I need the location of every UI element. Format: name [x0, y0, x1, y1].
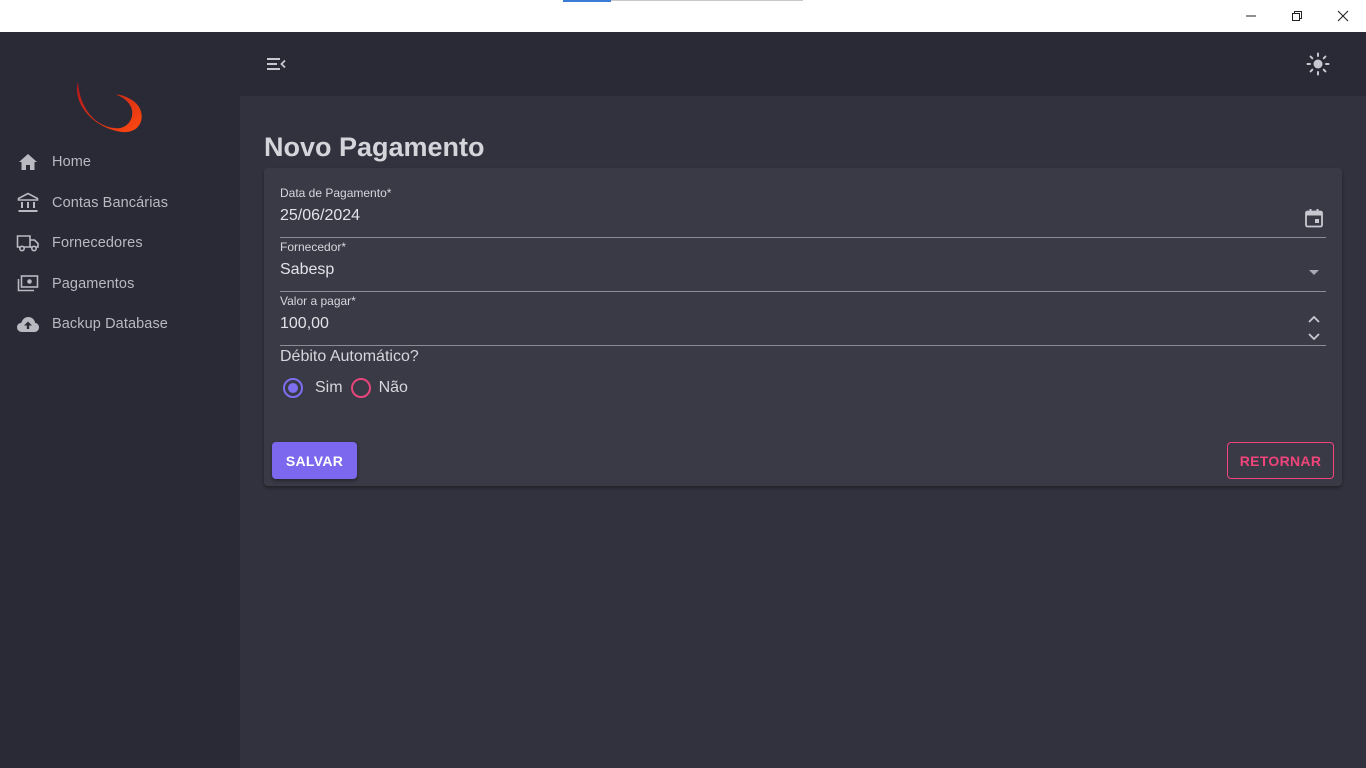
app-logo: [70, 76, 150, 136]
close-icon: [1337, 10, 1349, 22]
sun-icon[interactable]: [1306, 52, 1330, 76]
page-title: Novo Pagamento: [264, 132, 485, 162]
top-app-bar: [240, 32, 1366, 96]
sidebar-item-label: Contas Bancárias: [52, 194, 169, 211]
radio-sim-label: Sim: [315, 379, 343, 396]
sidebar: Home Contas Bancárias Fornecedores Pagam…: [0, 32, 240, 768]
minimize-button[interactable]: [1228, 0, 1274, 32]
restore-icon: [1291, 10, 1303, 22]
minimize-icon: [1245, 10, 1257, 22]
sidebar-item-label: Backup Database: [52, 316, 168, 333]
title-tab-divider: [611, 0, 803, 1]
truck-icon: [16, 231, 40, 255]
sidebar-item-contas-bancarias[interactable]: Contas Bancárias: [0, 183, 240, 224]
sidebar-item-label: Home: [52, 154, 92, 171]
menu-open-icon[interactable]: [264, 52, 288, 76]
payment-date-field[interactable]: Data de Pagamento*: [280, 186, 1326, 238]
payment-form-card: Data de Pagamento* Fornecedor* Sabesp Va…: [264, 168, 1342, 486]
close-button[interactable]: [1320, 0, 1366, 32]
amount-input[interactable]: [280, 315, 1260, 333]
supplier-select[interactable]: Sabesp: [280, 261, 1260, 279]
main-content: Novo Pagamento Data de Pagamento* Fornec…: [240, 96, 1366, 768]
sidebar-nav: Home Contas Bancárias Fornecedores Pagam…: [0, 142, 240, 345]
sidebar-item-fornecedores[interactable]: Fornecedores: [0, 223, 240, 264]
payment-date-input[interactable]: [280, 207, 1260, 225]
amount-label: Valor a pagar*: [280, 294, 356, 308]
sidebar-item-backup-database[interactable]: Backup Database: [0, 304, 240, 345]
title-tab-indicator: [563, 0, 611, 2]
radio-sim[interactable]: Sim: [280, 378, 343, 398]
bank-icon: [16, 191, 40, 215]
save-button[interactable]: SALVAR: [272, 442, 357, 479]
return-button[interactable]: RETORNAR: [1227, 442, 1334, 479]
restore-button[interactable]: [1274, 0, 1320, 32]
supplier-label: Fornecedor*: [280, 240, 347, 254]
auto-debit-label: Débito Automático?: [280, 348, 419, 365]
calendar-icon[interactable]: [1302, 206, 1326, 230]
sidebar-item-pagamentos[interactable]: Pagamentos: [0, 264, 240, 305]
amount-field[interactable]: Valor a pagar*: [280, 294, 1326, 346]
radio-nao-label: Não: [378, 379, 408, 396]
payment-date-label: Data de Pagamento*: [280, 186, 392, 200]
home-icon: [16, 150, 40, 174]
radio-nao-unselected-icon[interactable]: [350, 378, 371, 398]
sidebar-item-label: Fornecedores: [52, 235, 143, 252]
window-titlebar: [0, 0, 1366, 32]
sidebar-item-label: Pagamentos: [52, 275, 135, 292]
cloud-upload-icon: [16, 312, 40, 336]
payments-icon: [16, 272, 40, 296]
sidebar-item-home[interactable]: Home: [0, 142, 240, 183]
auto-debit-radio-group: Sim Não: [280, 378, 416, 398]
dropdown-arrow-icon[interactable]: [1302, 260, 1326, 284]
supplier-field[interactable]: Fornecedor* Sabesp: [280, 240, 1326, 292]
radio-sim-selected-icon[interactable]: [283, 378, 303, 398]
stepper-icon[interactable]: [1302, 315, 1326, 341]
radio-nao[interactable]: Não: [350, 378, 408, 398]
